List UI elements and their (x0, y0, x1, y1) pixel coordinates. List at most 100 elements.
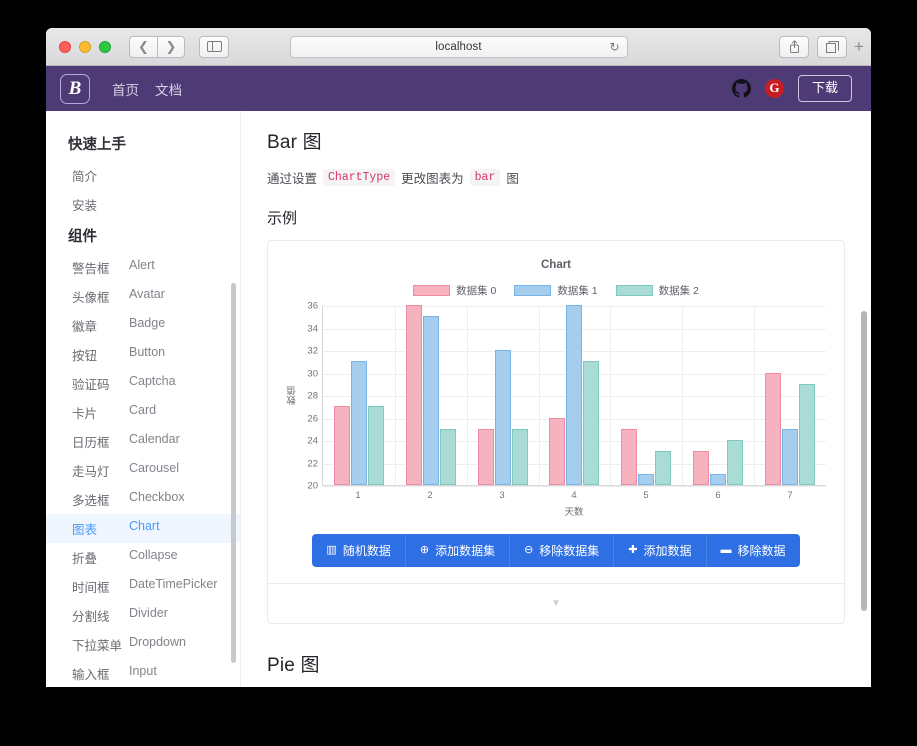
bar-s2-day-3[interactable] (512, 429, 528, 485)
site-logo[interactable]: B (60, 74, 90, 104)
sidebar-item-badge[interactable]: 徽章Badge (46, 311, 241, 340)
bar-s1-day-1[interactable] (351, 361, 367, 485)
bar-s1-day-7[interactable] (782, 429, 798, 485)
url-text: localhost (435, 41, 481, 53)
bar-group-day-1 (323, 306, 395, 485)
back-button[interactable]: ❮ (129, 36, 157, 58)
sidebar-item-label-cn: 简介 (72, 166, 129, 185)
bar-group-day-6 (682, 306, 754, 485)
sidebar-item-label-en: Collapse (129, 548, 178, 567)
bar-s2-day-5[interactable] (655, 451, 671, 485)
new-tab-button[interactable]: + (847, 28, 871, 66)
bar-s1-day-2[interactable] (423, 316, 439, 485)
bar-group-day-2 (395, 306, 467, 485)
sidebar-item-chart[interactable]: 图表Chart (46, 514, 241, 543)
site-nav-links: 首页 文档 (112, 79, 182, 99)
bar-section-description: 通过设置 ChartType 更改图表为 bar 图 (267, 168, 845, 187)
github-link[interactable] (732, 79, 751, 98)
sidebar-item-button[interactable]: 按钮Button (46, 340, 241, 369)
legend-item-2[interactable]: 数据集 2 (616, 283, 699, 298)
tabs-overview-button[interactable] (817, 36, 847, 58)
action-button-label: 移除数据集 (539, 542, 599, 559)
circle-plus-action-button[interactable]: ⊕添加数据集 (406, 534, 510, 567)
sidebar-item-captcha[interactable]: 验证码Captcha (46, 369, 241, 398)
plus-action-button[interactable]: ✚添加数据 (614, 534, 706, 567)
sidebar-item-install[interactable]: 安装 (46, 190, 241, 219)
minus-action-button[interactable]: ▬移除数据 (707, 534, 800, 567)
bar-s2-day-7[interactable] (799, 384, 815, 485)
close-window-button[interactable] (59, 41, 71, 53)
gitee-link[interactable]: G (765, 79, 784, 98)
sidebar-item-dropdown[interactable]: 下拉菜单Dropdown (46, 630, 241, 659)
legend-item-0[interactable]: 数据集 0 (413, 283, 496, 298)
bar-s0-day-3[interactable] (478, 429, 494, 485)
bar-s1-day-5[interactable] (638, 474, 654, 485)
y-tick-36: 36 (307, 301, 318, 312)
sidebar-item-divider[interactable]: 分割线Divider (46, 601, 241, 630)
legend-item-1[interactable]: 数据集 1 (514, 283, 597, 298)
code-bar: bar (470, 169, 501, 186)
bar-s2-day-6[interactable] (727, 440, 743, 485)
sidebar-item-label-en: Carousel (129, 461, 179, 480)
sidebar-item-datetimepicker[interactable]: 时间框DateTimePicker (46, 572, 241, 601)
sidebar-item-label-cn: 下拉菜单 (72, 635, 129, 654)
sidebar-group-components: 组件 警告框Alert头像框Avatar徽章Badge按钮Button验证码Ca… (46, 219, 241, 687)
bar-s2-day-1[interactable] (368, 406, 384, 485)
desc-text-after: 图 (506, 168, 519, 187)
legend-swatch-1 (514, 285, 551, 296)
download-button[interactable]: 下载 (798, 75, 852, 101)
bar-group-day-7 (754, 306, 826, 485)
navigation-buttons: ❮ ❯ (129, 36, 185, 58)
chevron-down-icon[interactable]: ▼ (551, 598, 561, 609)
url-bar[interactable]: localhost ↻ (290, 36, 628, 58)
sidebar-item-calendar[interactable]: 日历框Calendar (46, 427, 241, 456)
sidebar-toggle-button[interactable] (199, 36, 229, 58)
bar-s1-day-4[interactable] (566, 305, 582, 485)
bar-chart-icon: ▥ (326, 545, 336, 556)
legend-swatch-2 (616, 285, 653, 296)
nav-link-home[interactable]: 首页 (112, 79, 139, 99)
maximize-window-button[interactable] (99, 41, 111, 53)
y-tick-20: 20 (307, 481, 318, 492)
circle-plus-icon: ⊕ (420, 545, 429, 556)
share-button[interactable] (779, 36, 809, 58)
sidebar-item-input[interactable]: 输入框Input (46, 659, 241, 687)
bar-s0-day-1[interactable] (334, 406, 350, 485)
sidebar-item-carousel[interactable]: 走马灯Carousel (46, 456, 241, 485)
nav-link-docs[interactable]: 文档 (155, 79, 182, 99)
sidebar-item-avatar[interactable]: 头像框Avatar (46, 282, 241, 311)
bar-chart-action-button[interactable]: ▥随机数据 (312, 534, 405, 567)
bar-s0-day-6[interactable] (693, 451, 709, 485)
sidebar-item-checkbox[interactable]: 多选框Checkbox (46, 485, 241, 514)
site-navbar: B 首页 文档 G 下载 (46, 66, 871, 111)
sidebar-item-card[interactable]: 卡片Card (46, 398, 241, 427)
bar-group-day-4 (539, 306, 611, 485)
circle-minus-action-button[interactable]: ⊖移除数据集 (510, 534, 614, 567)
bar-s1-day-6[interactable] (710, 474, 726, 485)
main-scrollbar[interactable] (861, 311, 867, 611)
window-controls (59, 41, 111, 53)
y-tick-26: 26 (307, 413, 318, 424)
sidebar-item-alert[interactable]: 警告框Alert (46, 253, 241, 282)
minimize-window-button[interactable] (79, 41, 91, 53)
sidebar-group-title: 快速上手 (46, 127, 241, 161)
sidebar-item-intro[interactable]: 简介 (46, 161, 241, 190)
forward-button[interactable]: ❯ (157, 36, 185, 58)
bar-s0-day-5[interactable] (621, 429, 637, 485)
action-button-label: 移除数据 (738, 542, 786, 559)
legend-label-2: 数据集 2 (659, 283, 699, 298)
page-content: 快速上手 简介 安装 组件 警告框Alert头像框Avatar徽章Badge按钮… (46, 111, 871, 687)
bar-s0-day-7[interactable] (765, 373, 781, 486)
sidebar-group-title: 组件 (46, 219, 241, 253)
bar-s2-day-2[interactable] (440, 429, 456, 485)
bar-s2-day-4[interactable] (583, 361, 599, 485)
bar-s0-day-4[interactable] (549, 418, 565, 486)
reload-icon[interactable]: ↻ (609, 40, 619, 55)
sidebar-scrollbar[interactable] (231, 283, 236, 663)
bar-s1-day-3[interactable] (495, 350, 511, 485)
sidebar-item-collapse[interactable]: 折叠Collapse (46, 543, 241, 572)
sidebar-item-label-en: Captcha (129, 374, 176, 393)
chart-title: Chart (286, 259, 826, 271)
bar-s0-day-2[interactable] (406, 305, 422, 485)
chart-demo-expand-bar[interactable]: ▼ (268, 583, 844, 623)
